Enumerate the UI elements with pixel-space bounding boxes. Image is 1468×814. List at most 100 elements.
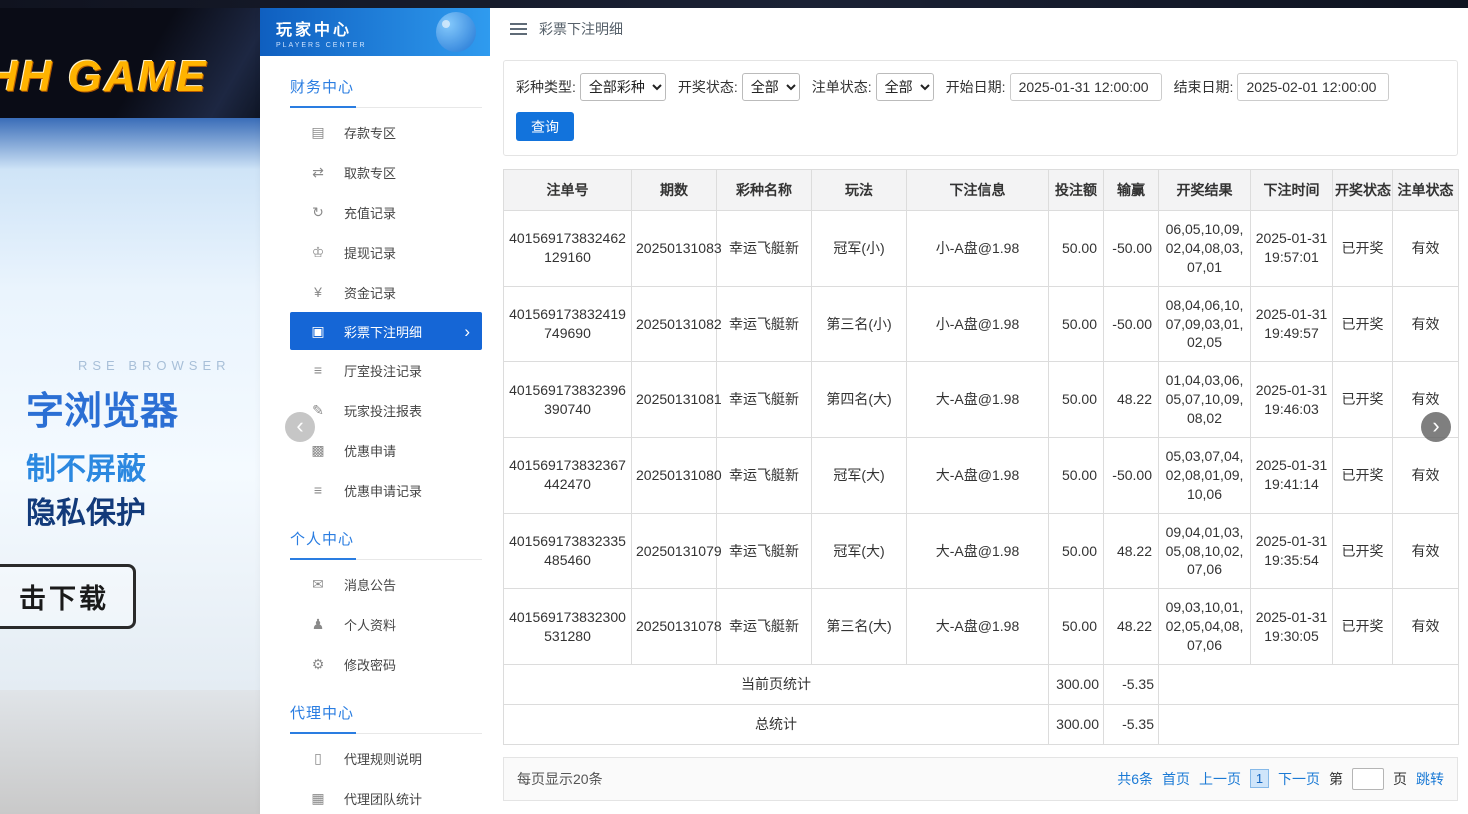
sidebar-section-title-text: 个人中心 bbox=[290, 528, 356, 560]
start-date-input[interactable] bbox=[1010, 73, 1162, 101]
draw-status-select[interactable]: 全部 bbox=[742, 73, 800, 101]
summary-win-loss: -5.35 bbox=[1104, 665, 1159, 705]
cell-result: 05,03,07,04,02,08,01,09,10,06 bbox=[1159, 438, 1251, 514]
cell-amount: 50.00 bbox=[1049, 362, 1104, 438]
cell-draw-status: 已开奖 bbox=[1333, 589, 1393, 665]
hh-game-logo: HH GAME bbox=[0, 52, 208, 102]
cell-amount: 50.00 bbox=[1049, 211, 1104, 287]
sidebar-item-funds-record[interactable]: ¥资金记录 bbox=[290, 272, 482, 312]
sidebar-item-label: 彩票下注明细 bbox=[344, 322, 422, 341]
promo-tagline: RSE BROWSER bbox=[78, 358, 231, 373]
cell-win-loss: -50.00 bbox=[1104, 286, 1159, 362]
hand-coin-icon: ⇄ bbox=[310, 164, 326, 181]
next-page-link[interactable]: 下一页 bbox=[1278, 769, 1320, 789]
cell-bet-info: 大-A盘@1.98 bbox=[907, 362, 1049, 438]
sidebar-item-label: 充值记录 bbox=[344, 203, 396, 222]
jump-link[interactable]: 跳转 bbox=[1416, 769, 1444, 789]
page-size-text: 每页显示20条 bbox=[517, 769, 603, 789]
sidebar-item-hall-bet-record[interactable]: ≡厅室投注记录 bbox=[290, 350, 482, 390]
column-header: 开奖结果 bbox=[1159, 170, 1251, 211]
chevron-left-button[interactable]: ‹ bbox=[285, 412, 315, 442]
cell-bet-no: 401569173832419749690 bbox=[504, 286, 632, 362]
summary-label: 总统计 bbox=[504, 704, 1049, 744]
cell-bet-info: 大-A盘@1.98 bbox=[907, 513, 1049, 589]
cell-result: 09,04,01,03,05,08,10,02,07,06 bbox=[1159, 513, 1251, 589]
player-center-sidebar: 玩家中心 PLAYERS CENTER 财务中心▤存款专区⇄取款专区↻充值记录♔… bbox=[260, 8, 490, 814]
lottery-type-select[interactable]: 全部彩种 bbox=[580, 73, 666, 101]
page-jump-input[interactable] bbox=[1352, 768, 1384, 790]
chevron-right-icon: › bbox=[1432, 413, 1439, 438]
column-header: 玩法 bbox=[812, 170, 907, 211]
cell-result: 06,05,10,09,02,04,08,03,07,01 bbox=[1159, 211, 1251, 287]
cell-lottery: 幸运飞艇新 bbox=[717, 286, 812, 362]
sidebar-item-label: 修改密码 bbox=[344, 655, 396, 674]
cell-bet-status: 有效 bbox=[1393, 589, 1459, 665]
current-page-badge[interactable]: 1 bbox=[1250, 769, 1269, 788]
left-promo-banner: HH GAME RSE BROWSER 字浏览器 制不屏蔽 隐私保护 击下载 快… bbox=[0, 0, 260, 814]
cell-play: 冠军(小) bbox=[812, 211, 907, 287]
summary-win-loss: -5.35 bbox=[1104, 704, 1159, 744]
sidebar-item-promo-apply-record[interactable]: ≡优惠申请记录 bbox=[290, 470, 482, 510]
cell-bet-no: 401569173832367442470 bbox=[504, 438, 632, 514]
pagination-bar: 每页显示20条 共6条 首页 上一页 1 下一页 第 页 跳转 bbox=[503, 757, 1458, 801]
cell-play: 冠军(大) bbox=[812, 513, 907, 589]
sidebar-item-withdraw-zone[interactable]: ⇄取款专区 bbox=[290, 152, 482, 192]
bet-status-select[interactable]: 全部 bbox=[876, 73, 934, 101]
query-button[interactable]: 查询 bbox=[516, 112, 574, 141]
cell-period: 20250131082 bbox=[632, 286, 717, 362]
cell-play: 冠军(大) bbox=[812, 438, 907, 514]
sidebar-item-withdrawal-record[interactable]: ♔提现记录 bbox=[290, 232, 482, 272]
cell-time: 2025-01-31 19:49:57 bbox=[1251, 286, 1333, 362]
cell-lottery: 幸运飞艇新 bbox=[717, 211, 812, 287]
bell-icon: ✉ bbox=[310, 576, 326, 593]
cell-lottery: 幸运飞艇新 bbox=[717, 589, 812, 665]
draw-status-label: 开奖状态: bbox=[678, 77, 738, 97]
sidebar-item-lottery-bet-detail[interactable]: ▣彩票下注明细› bbox=[290, 312, 482, 350]
user-icon: ♟ bbox=[310, 616, 326, 633]
sidebar-item-profile[interactable]: ♟个人资料 bbox=[290, 604, 482, 644]
page-title: 彩票下注明细 bbox=[539, 19, 623, 39]
sidebar-item-player-bet-report[interactable]: ✎玩家投注报表 bbox=[290, 390, 482, 430]
sidebar-item-label: 提现记录 bbox=[344, 243, 396, 262]
cell-period: 20250131079 bbox=[632, 513, 717, 589]
sidebar-item-promo-apply[interactable]: ▩优惠申请 bbox=[290, 430, 482, 470]
summary-amount: 300.00 bbox=[1049, 665, 1104, 705]
page-prefix-text: 第 bbox=[1329, 769, 1343, 789]
sidebar-item-change-password[interactable]: ⚙修改密码 bbox=[290, 644, 482, 684]
sidebar-item-agent-rules[interactable]: ▯代理规则说明 bbox=[290, 738, 482, 778]
lottery-type-label: 彩种类型: bbox=[516, 77, 576, 97]
cell-bet-status: 有效 bbox=[1393, 438, 1459, 514]
cell-draw-status: 已开奖 bbox=[1333, 513, 1393, 589]
promo-line-no-block: 制不屏蔽 bbox=[26, 444, 146, 488]
hamburger-menu-icon[interactable] bbox=[510, 20, 527, 38]
summary-label: 当前页统计 bbox=[504, 665, 1049, 705]
summary-empty bbox=[1159, 704, 1459, 744]
cell-bet-status: 有效 bbox=[1393, 286, 1459, 362]
team-stats-icon: ▦ bbox=[310, 790, 326, 807]
cell-amount: 50.00 bbox=[1049, 438, 1104, 514]
column-header: 彩种名称 bbox=[717, 170, 812, 211]
cell-time: 2025-01-31 19:46:03 bbox=[1251, 362, 1333, 438]
chevron-right-button[interactable]: › bbox=[1421, 412, 1451, 442]
cell-play: 第三名(大) bbox=[812, 589, 907, 665]
table-row: 40156917383246212916020250131083幸运飞艇新冠军(… bbox=[504, 211, 1459, 287]
first-page-link[interactable]: 首页 bbox=[1162, 769, 1190, 789]
sidebar-item-label: 消息公告 bbox=[344, 575, 396, 594]
prev-page-link[interactable]: 上一页 bbox=[1199, 769, 1241, 789]
sphere-decoration-icon bbox=[436, 12, 476, 52]
sidebar-item-messages[interactable]: ✉ 消息公告 bbox=[290, 564, 482, 604]
cell-bet-no: 401569173832396390740 bbox=[504, 362, 632, 438]
end-date-input[interactable] bbox=[1237, 73, 1389, 101]
download-button[interactable]: 击下载 bbox=[0, 564, 136, 629]
sidebar-item-label: 优惠申请 bbox=[344, 441, 396, 460]
sidebar-item-deposit-zone[interactable]: ▤存款专区 bbox=[290, 112, 482, 152]
sidebar-section-title-text: 代理中心 bbox=[290, 702, 356, 734]
sidebar-section-title: 代理中心 bbox=[290, 702, 482, 734]
table-row: 40156917383236744247020250131080幸运飞艇新冠军(… bbox=[504, 438, 1459, 514]
cell-win-loss: 48.22 bbox=[1104, 362, 1159, 438]
sidebar-item-agent-team-stats[interactable]: ▦代理团队统计 bbox=[290, 778, 482, 814]
cell-lottery: 幸运飞艇新 bbox=[717, 513, 812, 589]
cell-bet-status: 有效 bbox=[1393, 211, 1459, 287]
sidebar-item-recharge-record[interactable]: ↻充值记录 bbox=[290, 192, 482, 232]
cell-bet-info: 小-A盘@1.98 bbox=[907, 211, 1049, 287]
